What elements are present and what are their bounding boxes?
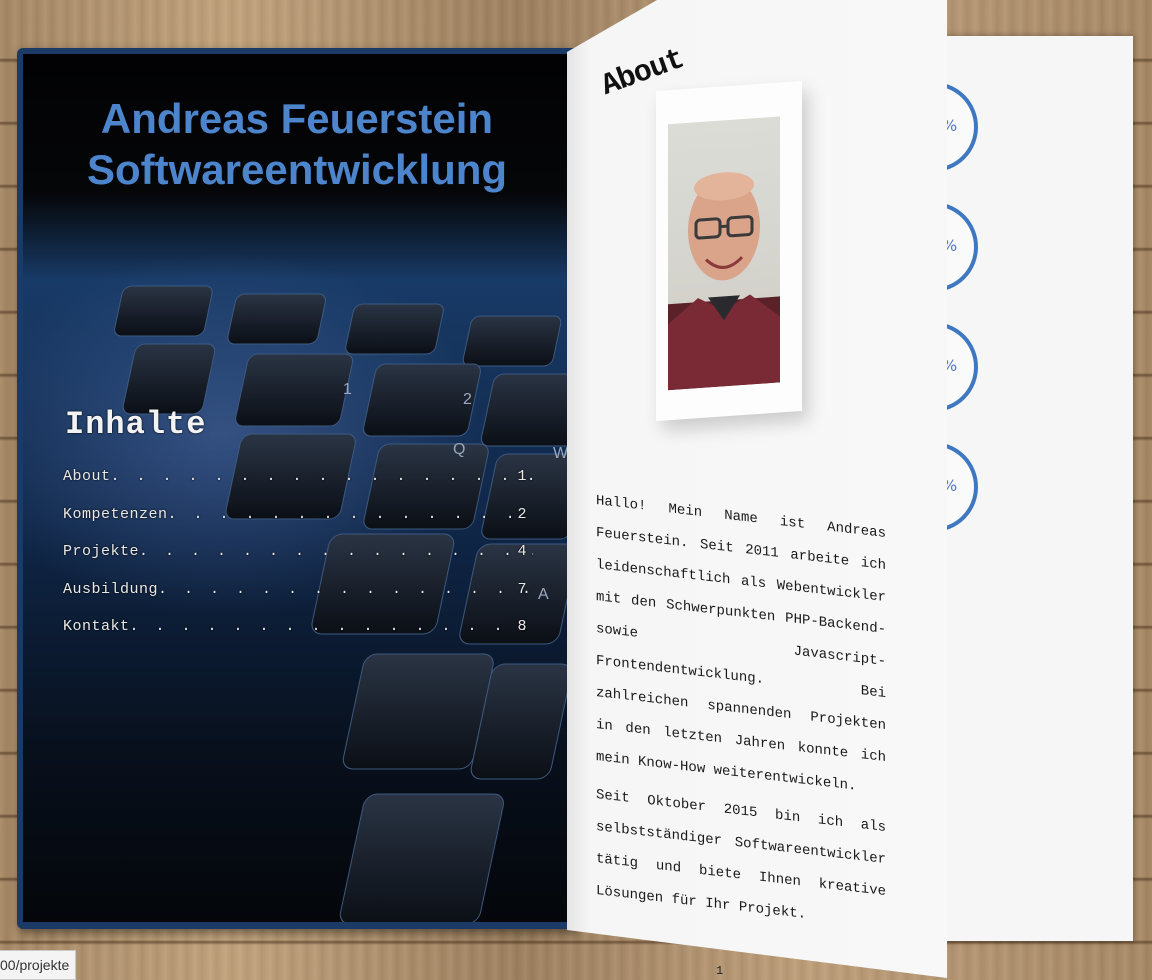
status-bar-url: 00/projekte <box>0 950 77 980</box>
svg-text:1: 1 <box>343 381 352 398</box>
cover-title-name: Andreas Feuerstein <box>100 95 494 142</box>
svg-text:W: W <box>553 445 569 462</box>
toc-label: About <box>63 468 111 485</box>
toc-page-number: 7 <box>517 580 527 598</box>
toc-label: Kontakt <box>63 618 130 635</box>
toc-item-ausbildung[interactable]: Ausbildung. . . . . . . . . . . . . . . … <box>63 581 533 619</box>
toc-label: Ausbildung <box>63 580 159 598</box>
toc-item-projekte[interactable]: Projekte. . . . . . . . . . . . . . . . … <box>63 543 533 581</box>
toc-page-number: 2 <box>517 505 527 523</box>
book-cover[interactable]: Q W A 1 2 Andreas Feuerstein Softwareent… <box>17 48 577 929</box>
toc-page-number: 4 <box>517 543 527 560</box>
toc-item-about[interactable]: About. . . . . . . . . . . . . . . . . .… <box>63 468 533 506</box>
about-text: Hallo! Mein Name ist Andreas Feuerstein.… <box>596 485 886 946</box>
about-paragraph-1: Hallo! Mein Name ist Andreas Feuerstein.… <box>596 493 886 795</box>
cover-title-subtitle: Softwareentwicklung <box>86 146 508 193</box>
cover-background: Q W A 1 2 Andreas Feuerstein Softwareent… <box>23 54 577 922</box>
person-portrait-icon <box>668 172 780 391</box>
toc-item-kontakt[interactable]: Kontakt. . . . . . . . . . . . . . . . .… <box>63 618 533 656</box>
toc-label: Projekte <box>63 543 140 560</box>
profile-photo <box>668 116 780 391</box>
profile-photo-frame <box>656 80 802 422</box>
table-of-contents: About. . . . . . . . . . . . . . . . . .… <box>63 468 533 656</box>
toc-item-kompetenzen[interactable]: Kompetenzen. . . . . . . . . . . . . . .… <box>63 506 533 544</box>
toc-page-number: 8 <box>517 618 527 635</box>
about-paragraph-2: Seit Oktober 2015 bin ich als selbststän… <box>596 787 886 923</box>
toc-page-number: 1 <box>517 468 527 485</box>
page-number: 1 <box>716 964 724 978</box>
svg-text:A: A <box>538 586 549 603</box>
svg-text:Q: Q <box>453 441 465 458</box>
svg-text:2: 2 <box>463 391 472 408</box>
toc-heading: Inhalte <box>65 406 207 443</box>
toc-label: Kompetenzen <box>63 505 168 523</box>
